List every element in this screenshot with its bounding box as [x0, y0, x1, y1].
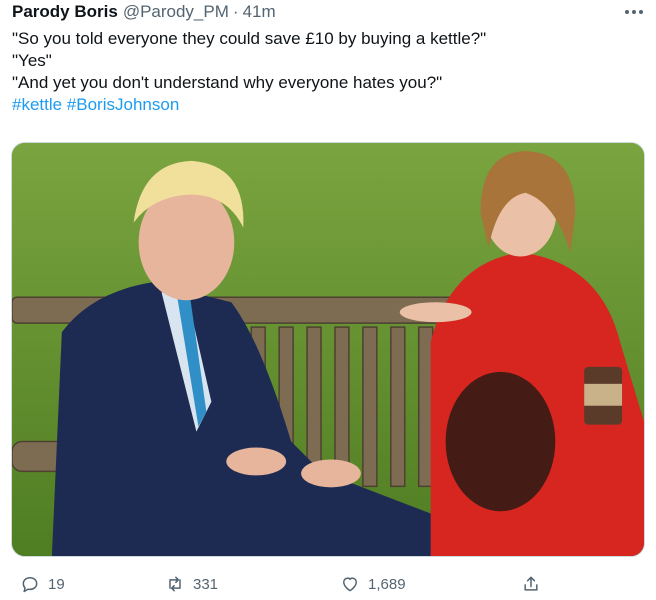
timestamp[interactable]: 41m [243, 2, 276, 22]
tweet-text-line: "And yet you don't understand why everyo… [12, 73, 443, 92]
share-icon [524, 576, 538, 591]
hashtags[interactable]: #kettle #BorisJohnson [12, 94, 642, 116]
retweet-button[interactable]: 331 [165, 574, 218, 594]
like-count: 1,689 [368, 575, 406, 593]
tweet[interactable]: Parody Boris @Parody_PM · 41m "So you to… [0, 0, 656, 600]
share-button[interactable] [521, 574, 541, 594]
separator-dot: · [232, 2, 239, 21]
tweet-media-photo[interactable] [11, 142, 645, 557]
photo-illustration [12, 143, 644, 556]
author-name[interactable]: Parody Boris [12, 2, 118, 22]
heart-icon [343, 577, 357, 592]
tweet-actions: 19 331 1,689 [0, 568, 656, 600]
tweet-text-line: "Yes" [12, 51, 52, 70]
tweet-header: Parody Boris @Parody_PM · 41m [12, 0, 276, 24]
reply-icon [22, 577, 38, 593]
author-handle[interactable]: @Parody_PM [123, 2, 229, 22]
tweet-text: "So you told everyone they could save £1… [12, 28, 642, 116]
reply-button[interactable]: 19 [20, 574, 65, 594]
like-button[interactable]: 1,689 [340, 574, 406, 594]
retweet-count: 331 [193, 575, 219, 593]
retweet-icon [169, 576, 181, 592]
reply-count: 19 [48, 575, 65, 593]
more-horizontal-icon[interactable] [620, 2, 648, 22]
tweet-text-line: "So you told everyone they could save £1… [12, 29, 487, 48]
